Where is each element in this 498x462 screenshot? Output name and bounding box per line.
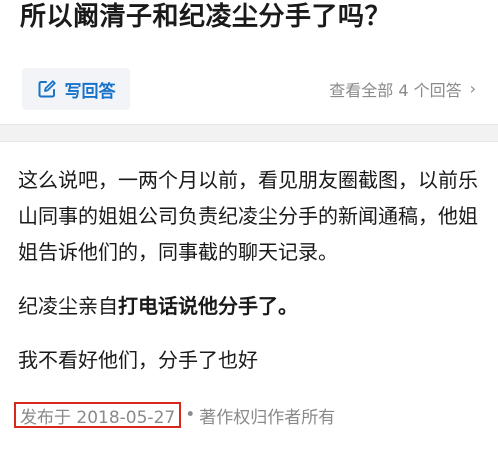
write-answer-label: 写回答: [64, 81, 116, 102]
meta-separator: •: [185, 405, 196, 425]
publish-date: 发布于 2018-05-27: [14, 402, 182, 428]
answer-paragraph: 纪凌尘亲自打电话说他分手了。: [18, 288, 484, 324]
view-all-answers-link[interactable]: 查看全部 4 个回答 ›: [329, 77, 476, 101]
write-answer-button[interactable]: 写回答: [22, 68, 130, 110]
answer-content: 这么说吧，一两个月以前，看见朋友圈截图，以前乐山同事的姐姐公司负责纪凌尘分手的新…: [18, 162, 484, 378]
answer-text: 纪凌尘亲自: [18, 294, 118, 318]
answer-bold-text: 打电话说他分手了。: [118, 294, 298, 318]
answer-meta: 发布于 2018-05-27 • 著作权归作者所有: [14, 398, 335, 432]
answer-paragraph: 这么说吧，一两个月以前，看见朋友圈截图，以前乐山同事的姐姐公司负责纪凌尘分手的新…: [18, 168, 478, 264]
answer-paragraph: 我不看好他们，分手了也好: [18, 348, 258, 372]
question-title: 所以阚清子和纪凌尘分手了吗？: [20, 2, 392, 32]
copyright-notice: 著作权归作者所有: [199, 407, 336, 428]
section-divider: [0, 124, 498, 142]
answer-action-bar: 写回答 查看全部 4 个回答 ›: [0, 62, 498, 118]
chevron-right-icon: ›: [469, 79, 476, 98]
edit-icon: [37, 79, 57, 99]
view-all-answers-label: 查看全部 4 个回答: [329, 81, 462, 100]
